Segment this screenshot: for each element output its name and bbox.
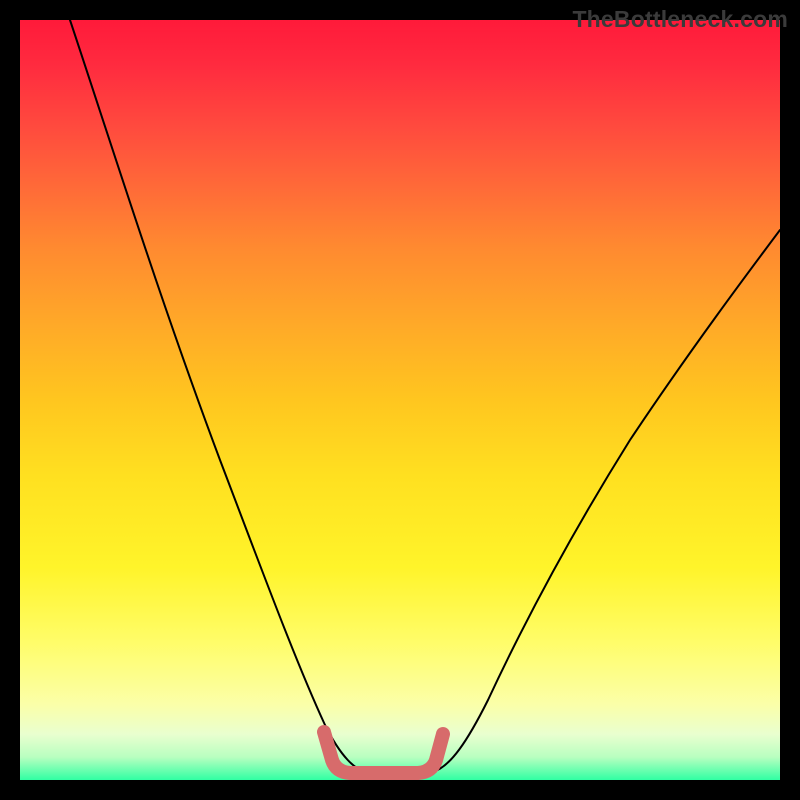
chart-frame: TheBottleneck.com xyxy=(0,0,800,800)
plot-area xyxy=(20,20,780,780)
curve-path xyxy=(70,20,780,775)
chart-svg xyxy=(20,20,780,780)
watermark-text: TheBottleneck.com xyxy=(572,6,788,33)
